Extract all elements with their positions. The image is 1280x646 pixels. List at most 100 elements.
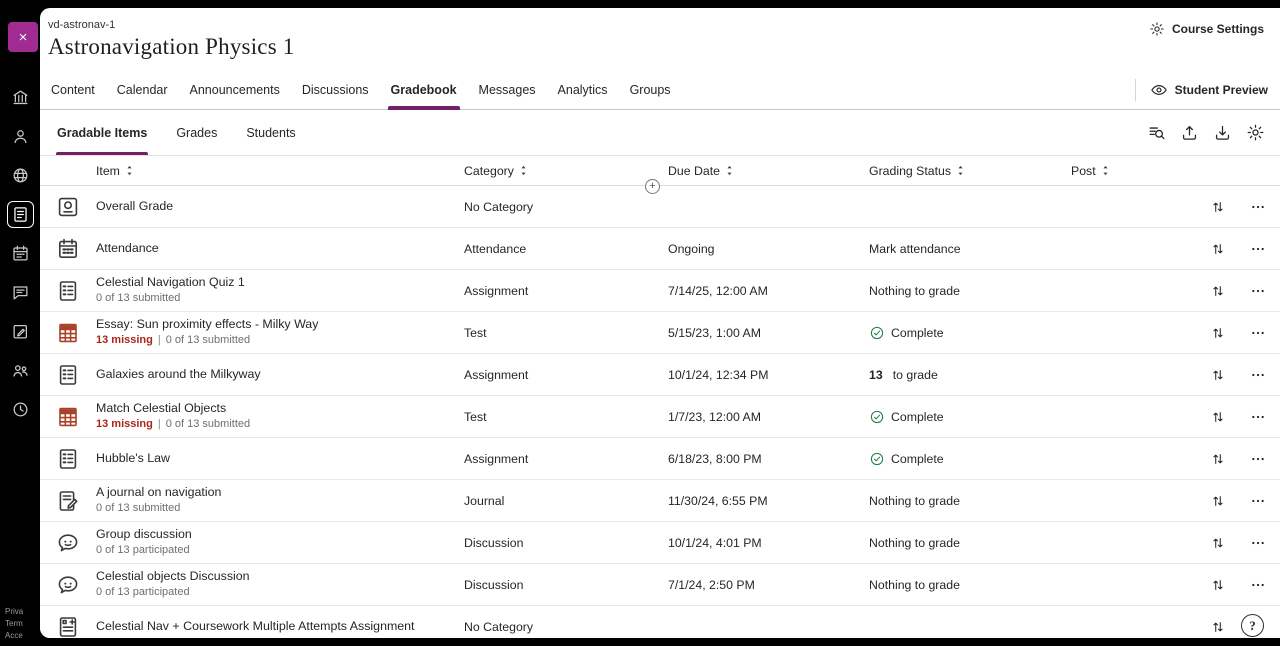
item-title[interactable]: Galaxies around the Milkyway (96, 367, 454, 383)
subtab-gradable-items[interactable]: Gradable Items (56, 110, 148, 155)
more-options-button[interactable] (1243, 192, 1273, 222)
column-header-post[interactable]: Post (1071, 164, 1200, 178)
item-due-date: 5/15/23, 1:00 AM (668, 326, 869, 340)
close-course-button[interactable]: × (8, 22, 38, 52)
column-label: Post (1071, 164, 1096, 178)
sidebar-button-messages[interactable] (0, 273, 40, 312)
footer-link[interactable]: Term (5, 619, 39, 628)
footer-link[interactable]: Priva (5, 607, 39, 616)
item-cell: Celestial Nav + Coursework Multiple Atte… (96, 619, 464, 635)
table-row[interactable]: Celestial Navigation Quiz 10 of 13 submi… (40, 270, 1280, 312)
reorder-button[interactable] (1203, 276, 1233, 306)
more-options-button[interactable] (1243, 276, 1273, 306)
reorder-button[interactable] (1203, 234, 1233, 264)
reorder-button[interactable] (1203, 486, 1233, 516)
more-options-button[interactable] (1243, 402, 1273, 432)
column-header-item[interactable]: Item (96, 164, 464, 178)
tab-messages[interactable]: Messages (468, 70, 547, 109)
sort-icon (723, 164, 736, 177)
table-row[interactable]: Celestial Nav + Coursework Multiple Atte… (40, 606, 1280, 638)
tab-announcements[interactable]: Announcements (179, 70, 291, 109)
tab-content[interactable]: Content (40, 70, 106, 109)
tab-discussions[interactable]: Discussions (291, 70, 380, 109)
sidebar-button-grades[interactable] (0, 312, 40, 351)
table-header-row: ItemCategoryDue DateGrading StatusPost (40, 156, 1280, 186)
download-gradebook-button[interactable] (1209, 120, 1235, 146)
column-header-category[interactable]: Category (464, 164, 668, 178)
table-row[interactable]: Overall GradeNo Category (40, 186, 1280, 228)
item-title[interactable]: Celestial Navigation Quiz 1 (96, 275, 454, 291)
table-row[interactable]: Galaxies around the MilkywayAssignment10… (40, 354, 1280, 396)
upload-gradebook-button[interactable] (1176, 120, 1202, 146)
add-item-button[interactable]: + (645, 179, 660, 194)
item-title[interactable]: Group discussion (96, 527, 454, 543)
submitted-count: 0 of 13 submitted (96, 292, 180, 304)
more-options-button[interactable] (1243, 444, 1273, 474)
sidebar-button-courses[interactable] (0, 195, 40, 234)
tab-calendar[interactable]: Calendar (106, 70, 179, 109)
item-title[interactable]: Attendance (96, 241, 454, 257)
sidebar-button-institution[interactable] (0, 78, 40, 117)
item-category: Discussion (464, 578, 668, 592)
student-preview-button[interactable]: Student Preview (1150, 81, 1268, 99)
more-options-button[interactable] (1243, 528, 1273, 558)
table-row[interactable]: Match Celestial Objects13 missing|0 of 1… (40, 396, 1280, 438)
item-cell: Galaxies around the Milkyway (96, 367, 464, 383)
item-title[interactable]: Celestial objects Discussion (96, 569, 454, 585)
column-header-grading-status[interactable]: Grading Status (869, 164, 1071, 178)
reorder-icon (1210, 619, 1226, 635)
help-button[interactable]: ? (1241, 614, 1264, 637)
sidebar-button-profile[interactable] (0, 117, 40, 156)
sidebar-button-organizations[interactable] (0, 351, 40, 390)
more-options-button[interactable] (1243, 570, 1273, 600)
table-row[interactable]: A journal on navigation0 of 13 submitted… (40, 480, 1280, 522)
course-settings-button[interactable]: Course Settings (1149, 21, 1264, 37)
tab-gradebook[interactable]: Gradebook (380, 70, 468, 109)
grades-icon (11, 322, 30, 341)
column-header-due-date[interactable]: Due Date (668, 164, 869, 178)
sidebar-button-calendar[interactable] (0, 234, 40, 273)
upload-gradebook-icon (1180, 123, 1199, 142)
subtab-students[interactable]: Students (245, 110, 296, 155)
more-options-icon (1250, 367, 1266, 383)
item-title[interactable]: Match Celestial Objects (96, 401, 454, 417)
table-row[interactable]: Celestial objects Discussion0 of 13 part… (40, 564, 1280, 606)
assignment-plus-icon (56, 615, 80, 639)
table-row[interactable]: Group discussion0 of 13 participatedDisc… (40, 522, 1280, 564)
table-row[interactable]: Hubble's LawAssignment6/18/23, 8:00 PMCo… (40, 438, 1280, 480)
reorder-button[interactable] (1203, 612, 1233, 639)
table-row[interactable]: Essay: Sun proximity effects - Milky Way… (40, 312, 1280, 354)
more-options-button[interactable] (1243, 360, 1273, 390)
reorder-button[interactable] (1203, 192, 1233, 222)
item-title[interactable]: A journal on navigation (96, 485, 454, 501)
reorder-button[interactable] (1203, 318, 1233, 348)
more-options-button[interactable] (1243, 318, 1273, 348)
item-title[interactable]: Celestial Nav + Coursework Multiple Atte… (96, 619, 454, 635)
reorder-button[interactable] (1203, 528, 1233, 558)
more-options-button[interactable] (1243, 486, 1273, 516)
reorder-button[interactable] (1203, 360, 1233, 390)
table-row[interactable]: AttendanceAttendanceOngoingMark attendan… (40, 228, 1280, 270)
item-title[interactable]: Overall Grade (96, 199, 454, 215)
footer-link[interactable]: Acce (5, 631, 39, 640)
reorder-button[interactable] (1203, 402, 1233, 432)
item-title[interactable]: Hubble's Law (96, 451, 454, 467)
sidebar-button-recent[interactable] (0, 390, 40, 429)
item-due-date: 11/30/24, 6:55 PM (668, 494, 869, 508)
reorder-button[interactable] (1203, 570, 1233, 600)
reorder-button[interactable] (1203, 444, 1233, 474)
item-progress: 0 of 13 submitted (96, 502, 454, 516)
gradable-items-table: ItemCategoryDue DateGrading StatusPost +… (40, 156, 1280, 638)
item-category: No Category (464, 620, 668, 634)
tab-groups[interactable]: Groups (619, 70, 682, 109)
more-options-button[interactable] (1243, 234, 1273, 264)
sidebar-button-activity[interactable] (0, 156, 40, 195)
search-items-button[interactable] (1143, 120, 1169, 146)
profile-icon (11, 127, 30, 146)
gradebook-settings-button[interactable] (1242, 120, 1268, 146)
activity-stream-icon (11, 166, 30, 185)
tab-analytics[interactable]: Analytics (547, 70, 619, 109)
subtab-grades[interactable]: Grades (175, 110, 218, 155)
item-title[interactable]: Essay: Sun proximity effects - Milky Way (96, 317, 454, 333)
test-icon (56, 321, 80, 345)
